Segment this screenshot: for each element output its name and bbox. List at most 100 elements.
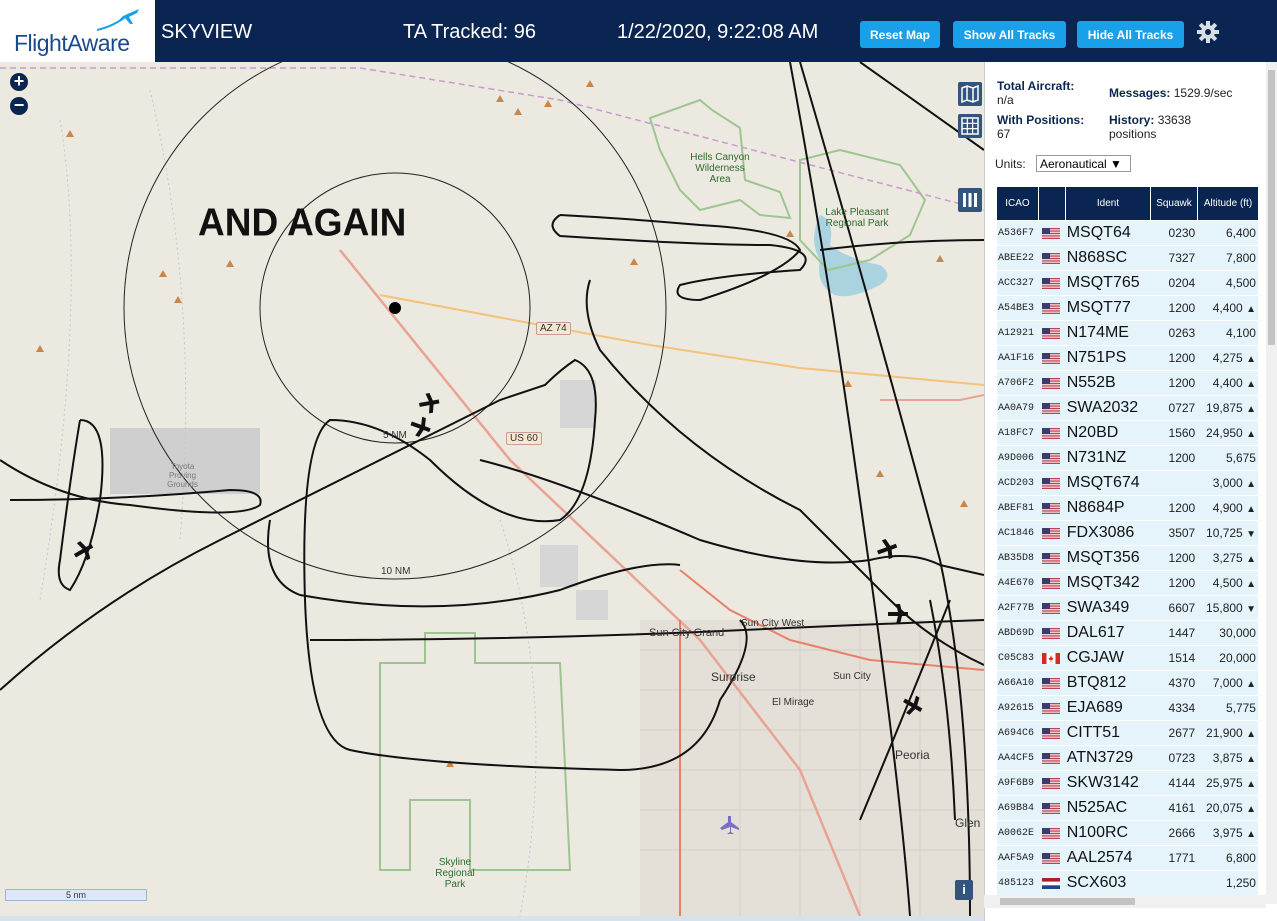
columns-toggle-button[interactable] <box>958 188 982 212</box>
gear-icon[interactable] <box>1196 20 1220 44</box>
table-row[interactable]: 485123 SCX603 1,250 <box>997 871 1258 896</box>
squawk-cell: 0723 <box>1168 751 1196 765</box>
altitude-value: 3,000 <box>1212 476 1243 490</box>
col-ident[interactable]: Ident <box>1066 187 1151 220</box>
messages-label: Messages: <box>1109 86 1171 100</box>
col-flag[interactable] <box>1039 187 1066 220</box>
total-aircraft-value: n/a <box>997 93 1014 107</box>
us-flag-icon <box>1041 752 1060 764</box>
ident-cell: CITT51 <box>1066 724 1121 741</box>
table-row[interactable]: ABEF81 N8684P 1200 4,900 ▲ <box>997 496 1258 521</box>
table-row[interactable]: A4E670 MSQT342 1200 4,500 ▲ <box>997 571 1258 596</box>
table-row[interactable]: AC1846 FDX3086 3507 10,725 ▼ <box>997 521 1258 546</box>
reset-map-button[interactable]: Reset Map <box>860 21 940 48</box>
altitude-cell: 24,950 ▲ <box>1198 426 1258 440</box>
altitude-cell: 19,875 ▲ <box>1198 401 1258 415</box>
altitude-trend: ▲ <box>1246 429 1256 440</box>
flag-cell <box>1040 702 1067 715</box>
table-row[interactable]: AA0A79 SWA2032 0727 19,875 ▲ <box>997 396 1258 421</box>
table-row[interactable]: A12921 N174ME 0263 4,100 <box>997 321 1258 346</box>
zoom-out-button[interactable]: − <box>10 96 28 115</box>
flag-cell <box>1040 802 1067 815</box>
squawk-cell: 4334 <box>1168 701 1196 715</box>
ident-cell: MSQT77 <box>1066 299 1131 316</box>
table-row[interactable]: A54BE3 MSQT77 1200 4,400 ▲ <box>997 296 1258 321</box>
us-flag-icon <box>1041 702 1060 714</box>
table-row[interactable]: A536F7 MSQT64 0230 6,400 <box>997 221 1258 246</box>
us-flag-icon <box>1041 827 1060 839</box>
altitude-value: 4,500 <box>1212 576 1243 590</box>
us-flag-icon <box>1041 402 1060 414</box>
table-row[interactable]: A9D006 N731NZ 1200 5,675 <box>997 446 1258 471</box>
icao-cell: A69B84 <box>998 802 1035 814</box>
altitude-trend: ▲ <box>1246 729 1256 740</box>
altitude-value: 20,000 <box>1219 651 1256 665</box>
altitude-trend: ▲ <box>1246 779 1256 790</box>
table-row[interactable]: A92615 EJA689 4334 5,775 <box>997 696 1258 721</box>
altitude-cell: 4,900 ▲ <box>1198 501 1258 515</box>
units-select[interactable]: Aeronautical ▼ <box>1036 155 1131 172</box>
altitude-value: 15,800 <box>1206 601 1243 615</box>
ident-cell: CGJAW <box>1066 649 1124 666</box>
table-row[interactable]: A69B84 N525AC 4161 20,075 ▲ <box>997 796 1258 821</box>
sidebar-scroll-thumb[interactable] <box>1268 70 1275 345</box>
map-layers-button[interactable] <box>958 82 982 106</box>
col-icao[interactable]: ICAO <box>997 187 1039 220</box>
table-row[interactable]: ACD203 MSQT674 3,000 ▲ <box>997 471 1258 496</box>
table-row[interactable]: AA4CF5 ATN3729 0723 3,875 ▲ <box>997 746 1258 771</box>
hells-canyon-label: Hells Canyon Wilderness Area <box>690 152 750 185</box>
table-row[interactable]: A706F2 N552B 1200 4,400 ▲ <box>997 371 1258 396</box>
table-row[interactable]: ABEE22 N868SC 7327 7,800 <box>997 246 1258 271</box>
altitude-trend: ▲ <box>1246 554 1256 565</box>
icao-cell: A0062E <box>998 827 1035 839</box>
icao-cell: AB35D8 <box>998 552 1035 564</box>
table-row[interactable]: AB35D8 MSQT356 1200 3,275 ▲ <box>997 546 1258 571</box>
el-mirage-label: El Mirage <box>772 697 815 708</box>
table-row[interactable]: A0062E N100RC 2666 3,975 ▲ <box>997 821 1258 846</box>
ident-cell: EJA689 <box>1066 699 1123 716</box>
ident-cell: FDX3086 <box>1066 524 1135 541</box>
table-row[interactable]: A2F77B SWA349 6607 15,800 ▼ <box>997 596 1258 621</box>
altitude-trend: ▲ <box>1246 579 1256 590</box>
show-all-tracks-button[interactable]: Show All Tracks <box>953 21 1066 48</box>
table-row[interactable]: AAF5A9 AAL2574 1771 6,800 <box>997 846 1258 871</box>
table-row[interactable]: A18FC7 N20BD 1560 24,950 ▲ <box>997 421 1258 446</box>
us-flag-icon <box>1041 302 1060 314</box>
col-altitude[interactable]: Altitude (ft) <box>1198 187 1258 220</box>
altitude-cell: 30,000 <box>1198 626 1258 640</box>
icao-cell: A92615 <box>998 702 1035 714</box>
toyota-label: Toyota Proving Grounds <box>167 462 198 489</box>
altitude-value: 4,400 <box>1212 301 1243 315</box>
grid-toggle-button[interactable] <box>958 114 982 138</box>
altitude-cell: 7,800 <box>1198 251 1258 265</box>
altitude-trend: ▼ <box>1246 604 1256 615</box>
map-view[interactable]: Hells Canyon Wilderness Area Lake Pleasa… <box>0 62 984 916</box>
col-squawk[interactable]: Squawk <box>1151 187 1198 220</box>
altitude-cell: 10,725 ▼ <box>1198 526 1258 540</box>
table-row[interactable]: A9F6B9 SKW3142 4144 25,975 ▲ <box>997 771 1258 796</box>
altitude-value: 25,975 <box>1206 776 1243 790</box>
glendale-label: Glen <box>955 816 981 830</box>
squawk-cell: 4161 <box>1168 801 1196 815</box>
altitude-value: 4,100 <box>1225 326 1256 340</box>
zoom-in-button[interactable]: + <box>10 72 28 91</box>
table-row[interactable]: C05C83 CGJAW 1514 20,000 <box>997 646 1258 671</box>
us-flag-icon <box>1041 452 1060 464</box>
table-row[interactable]: A66A10 BTQ812 4370 7,000 ▲ <box>997 671 1258 696</box>
flag-cell <box>1040 302 1067 315</box>
icao-cell: A706F2 <box>998 377 1035 389</box>
flightaware-logo[interactable]: FlightAware <box>0 0 155 62</box>
squawk-cell: 1514 <box>1168 651 1196 665</box>
table-row[interactable]: ACC327 MSQT765 0204 4,500 <box>997 271 1258 296</box>
hide-all-tracks-button[interactable]: Hide All Tracks <box>1077 21 1184 48</box>
table-row[interactable]: AA1F16 N751PS 1200 4,275 ▲ <box>997 346 1258 371</box>
squawk-cell: 1200 <box>1168 576 1196 590</box>
messages-value: 1529.9/sec <box>1173 86 1233 100</box>
ident-cell: SCX603 <box>1066 874 1127 891</box>
squawk-cell: 2666 <box>1168 826 1196 840</box>
sidebar-hscroll-thumb[interactable] <box>1000 898 1135 905</box>
table-row[interactable]: A694C6 CITT51 2677 21,900 ▲ <box>997 721 1258 746</box>
ident-cell: N868SC <box>1066 249 1128 266</box>
table-row[interactable]: ABD69D DAL617 1447 30,000 <box>997 621 1258 646</box>
info-button[interactable]: i <box>955 880 973 900</box>
